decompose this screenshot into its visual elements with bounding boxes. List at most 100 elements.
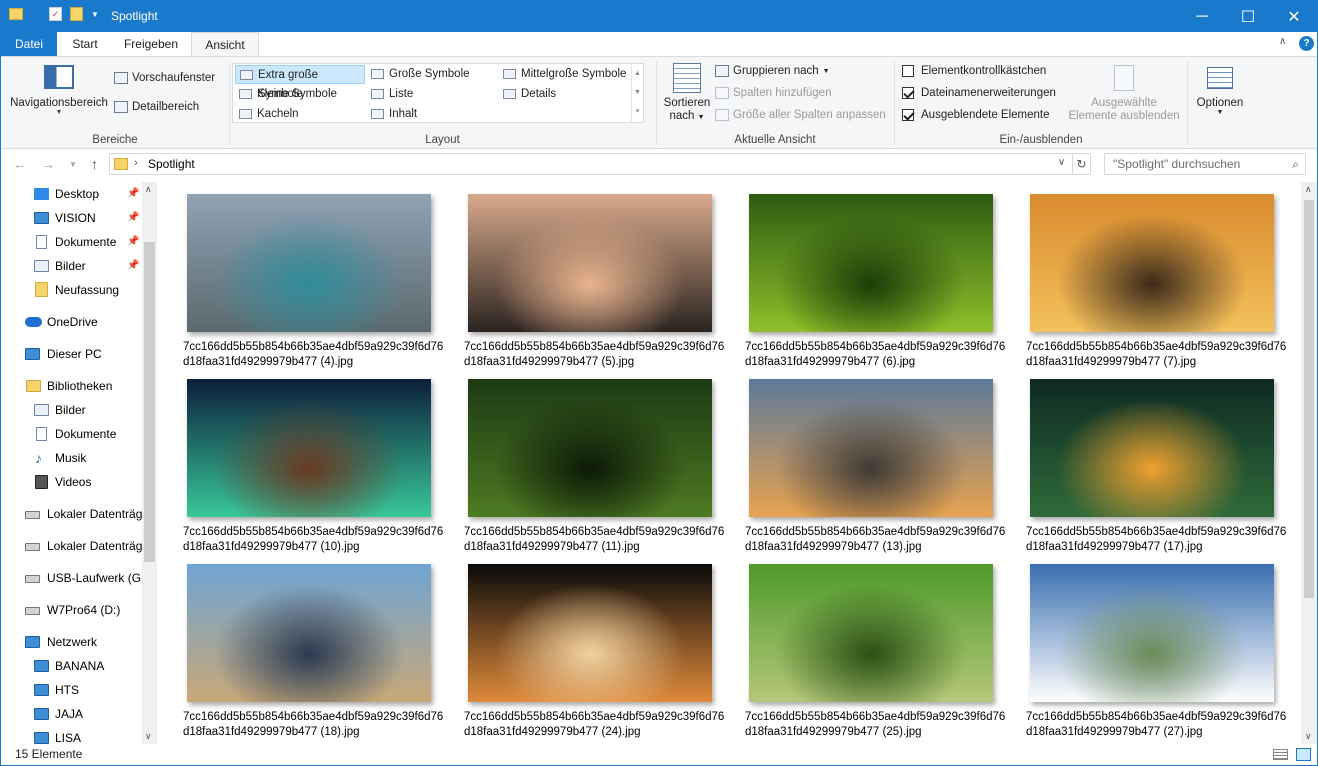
image-thumbnail[interactable] <box>187 564 431 702</box>
image-thumbnail[interactable] <box>749 379 993 517</box>
file-tile[interactable]: 7cc166dd5b55b854b66b35ae4dbf59a929c39f6d… <box>161 367 443 553</box>
layout-tiles[interactable]: Kacheln <box>235 105 365 124</box>
layout-medium-icons[interactable]: Mittelgroße Symbole <box>499 65 631 84</box>
item-checkboxes-toggle[interactable]: Elementkontrollkästchen <box>902 65 1046 77</box>
image-thumbnail[interactable] <box>749 194 993 332</box>
scroll-up-icon[interactable]: ∧ <box>145 184 152 195</box>
file-tile[interactable]: 7cc166dd5b55b854b66b35ae4dbf59a929c39f6d… <box>723 182 1005 368</box>
file-tile[interactable]: 7cc166dd5b55b854b66b35ae4dbf59a929c39f6d… <box>442 182 724 368</box>
tab-file[interactable]: Datei <box>1 32 57 56</box>
help-icon[interactable]: ? <box>1299 36 1314 51</box>
image-thumbnail[interactable] <box>187 194 431 332</box>
maximize-button[interactable]: ☐ <box>1225 1 1271 32</box>
sidebar-item-label: JAJA <box>55 707 84 721</box>
details-pane-button[interactable]: Detailbereich <box>114 101 199 113</box>
file-name[interactable]: 7cc166dd5b55b854b66b35ae4dbf59a929c39f6d… <box>745 525 1007 555</box>
details-view-icon[interactable] <box>1273 749 1288 760</box>
scroll-down-icon[interactable]: ∨ <box>1305 731 1312 742</box>
file-name[interactable]: 7cc166dd5b55b854b66b35ae4dbf59a929c39f6d… <box>745 340 1007 370</box>
collapse-ribbon-icon[interactable]: ∧ <box>1279 36 1286 47</box>
file-extensions-checkbox[interactable] <box>902 87 914 99</box>
forward-arrow-icon[interactable]: → <box>41 156 55 172</box>
file-name[interactable]: 7cc166dd5b55b854b66b35ae4dbf59a929c39f6d… <box>1026 525 1288 555</box>
image-thumbnail[interactable] <box>468 194 712 332</box>
scroll-down-icon[interactable]: ∨ <box>145 731 152 742</box>
tab-start[interactable]: Start <box>59 32 111 56</box>
hidden-items-checkbox[interactable] <box>902 109 914 121</box>
search-icon[interactable]: ⌕ <box>1292 154 1299 174</box>
preview-pane-button[interactable]: Vorschaufenster <box>114 72 215 84</box>
file-tile[interactable]: 7cc166dd5b55b854b66b35ae4dbf59a929c39f6d… <box>1004 182 1286 368</box>
file-name[interactable]: 7cc166dd5b55b854b66b35ae4dbf59a929c39f6d… <box>464 710 726 740</box>
large-icons-view-icon[interactable] <box>1296 748 1311 761</box>
close-button[interactable]: ✕ <box>1271 1 1317 32</box>
layout-large-icons[interactable]: Große Symbole <box>367 65 495 84</box>
scroll-up-icon[interactable]: ∧ <box>1305 184 1312 195</box>
image-thumbnail[interactable] <box>749 564 993 702</box>
content-scroll-thumb[interactable] <box>1304 200 1314 598</box>
image-thumbnail[interactable] <box>468 564 712 702</box>
gallery-scroll[interactable]: ▲ ▼ ▾ <box>631 64 643 122</box>
up-arrow-icon[interactable]: ↑ <box>91 156 98 172</box>
breadcrumb-chevron-icon[interactable]: › <box>134 157 138 169</box>
file-name[interactable]: 7cc166dd5b55b854b66b35ae4dbf59a929c39f6d… <box>1026 710 1288 740</box>
file-extensions-toggle[interactable]: Dateinamenerweiterungen <box>902 87 1056 99</box>
breadcrumb-spotlight[interactable]: Spotlight <box>148 157 195 171</box>
properties-icon[interactable]: ✓ <box>49 7 62 21</box>
image-thumbnail[interactable] <box>468 379 712 517</box>
sidebar-scroll-thumb[interactable] <box>144 242 155 562</box>
address-dropdown-icon[interactable]: ∨ <box>1058 157 1065 168</box>
pin-icon[interactable]: 📌 <box>127 231 139 253</box>
add-columns-button[interactable]: Spalten hinzufügen <box>715 87 831 99</box>
file-name[interactable]: 7cc166dd5b55b854b66b35ae4dbf59a929c39f6d… <box>183 340 445 370</box>
file-name[interactable]: 7cc166dd5b55b854b66b35ae4dbf59a929c39f6d… <box>745 710 1007 740</box>
image-thumbnail[interactable] <box>1030 379 1274 517</box>
address-bar[interactable]: › Spotlight ∨ ↻ <box>109 153 1091 175</box>
layout-extra-large-icons[interactable]: Extra große Symbole <box>235 65 365 100</box>
size-columns-button[interactable]: Größe aller Spalten anpassen <box>715 109 886 121</box>
pin-icon[interactable]: 📌 <box>127 255 139 277</box>
pin-icon[interactable]: 📌 <box>127 183 139 205</box>
file-tile[interactable]: 7cc166dd5b55b854b66b35ae4dbf59a929c39f6d… <box>442 552 724 738</box>
customize-qat-icon[interactable]: ▼ <box>91 10 99 19</box>
group-by-button[interactable]: Gruppieren nach ▼ <box>715 65 830 77</box>
options-button[interactable]: Optionen ▼ <box>1191 67 1249 116</box>
new-folder-icon[interactable] <box>70 7 83 21</box>
sidebar-scrollbar[interactable]: ∧ ∨ <box>142 182 157 744</box>
file-name[interactable]: 7cc166dd5b55b854b66b35ae4dbf59a929c39f6d… <box>464 525 726 555</box>
layout-list[interactable]: Liste <box>367 85 495 104</box>
image-thumbnail[interactable] <box>1030 194 1274 332</box>
navigation-pane-button[interactable]: Navigationsbereich ▼ <box>7 65 111 116</box>
minimize-button[interactable]: ─ <box>1179 1 1225 32</box>
refresh-icon[interactable]: ↻ <box>1072 154 1090 174</box>
content-scrollbar[interactable]: ∧ ∨ <box>1301 182 1317 744</box>
file-tile[interactable]: 7cc166dd5b55b854b66b35ae4dbf59a929c39f6d… <box>723 552 1005 738</box>
layout-details[interactable]: Details <box>499 85 631 104</box>
file-tile[interactable]: 7cc166dd5b55b854b66b35ae4dbf59a929c39f6d… <box>161 552 443 738</box>
hidden-items-toggle[interactable]: Ausgeblendete Elemente <box>902 109 1050 121</box>
file-name[interactable]: 7cc166dd5b55b854b66b35ae4dbf59a929c39f6d… <box>183 525 445 555</box>
file-tile[interactable]: 7cc166dd5b55b854b66b35ae4dbf59a929c39f6d… <box>1004 552 1286 738</box>
search-input[interactable]: "Spotlight" durchsuchen ⌕ <box>1104 153 1306 175</box>
tab-view[interactable]: Ansicht <box>191 32 259 57</box>
layout-small-icons[interactable]: Kleine Symbole <box>235 85 365 104</box>
item-checkboxes-checkbox[interactable] <box>902 65 914 77</box>
file-tile[interactable]: 7cc166dd5b55b854b66b35ae4dbf59a929c39f6d… <box>723 367 1005 553</box>
tab-share[interactable]: Freigeben <box>113 32 189 56</box>
file-tile[interactable]: 7cc166dd5b55b854b66b35ae4dbf59a929c39f6d… <box>1004 367 1286 553</box>
monitor-icon <box>34 212 49 224</box>
image-thumbnail[interactable] <box>187 379 431 517</box>
back-arrow-icon[interactable]: ← <box>13 156 27 172</box>
sort-by-button[interactable]: Sortieren nach ▼ <box>659 63 715 124</box>
file-name[interactable]: 7cc166dd5b55b854b66b35ae4dbf59a929c39f6d… <box>183 710 445 740</box>
sidebar-item-label: Videos <box>55 475 92 489</box>
image-thumbnail[interactable] <box>1030 564 1274 702</box>
pin-icon[interactable]: 📌 <box>127 207 139 229</box>
file-tile[interactable]: 7cc166dd5b55b854b66b35ae4dbf59a929c39f6d… <box>442 367 724 553</box>
file-tile[interactable]: 7cc166dd5b55b854b66b35ae4dbf59a929c39f6d… <box>161 182 443 368</box>
file-name[interactable]: 7cc166dd5b55b854b66b35ae4dbf59a929c39f6d… <box>1026 340 1288 370</box>
file-name[interactable]: 7cc166dd5b55b854b66b35ae4dbf59a929c39f6d… <box>464 340 726 370</box>
recent-locations-icon[interactable]: ▼ <box>69 156 77 172</box>
hide-selected-button[interactable]: Ausgewählte Elemente ausblenden <box>1065 65 1183 123</box>
layout-content[interactable]: Inhalt <box>367 105 495 124</box>
